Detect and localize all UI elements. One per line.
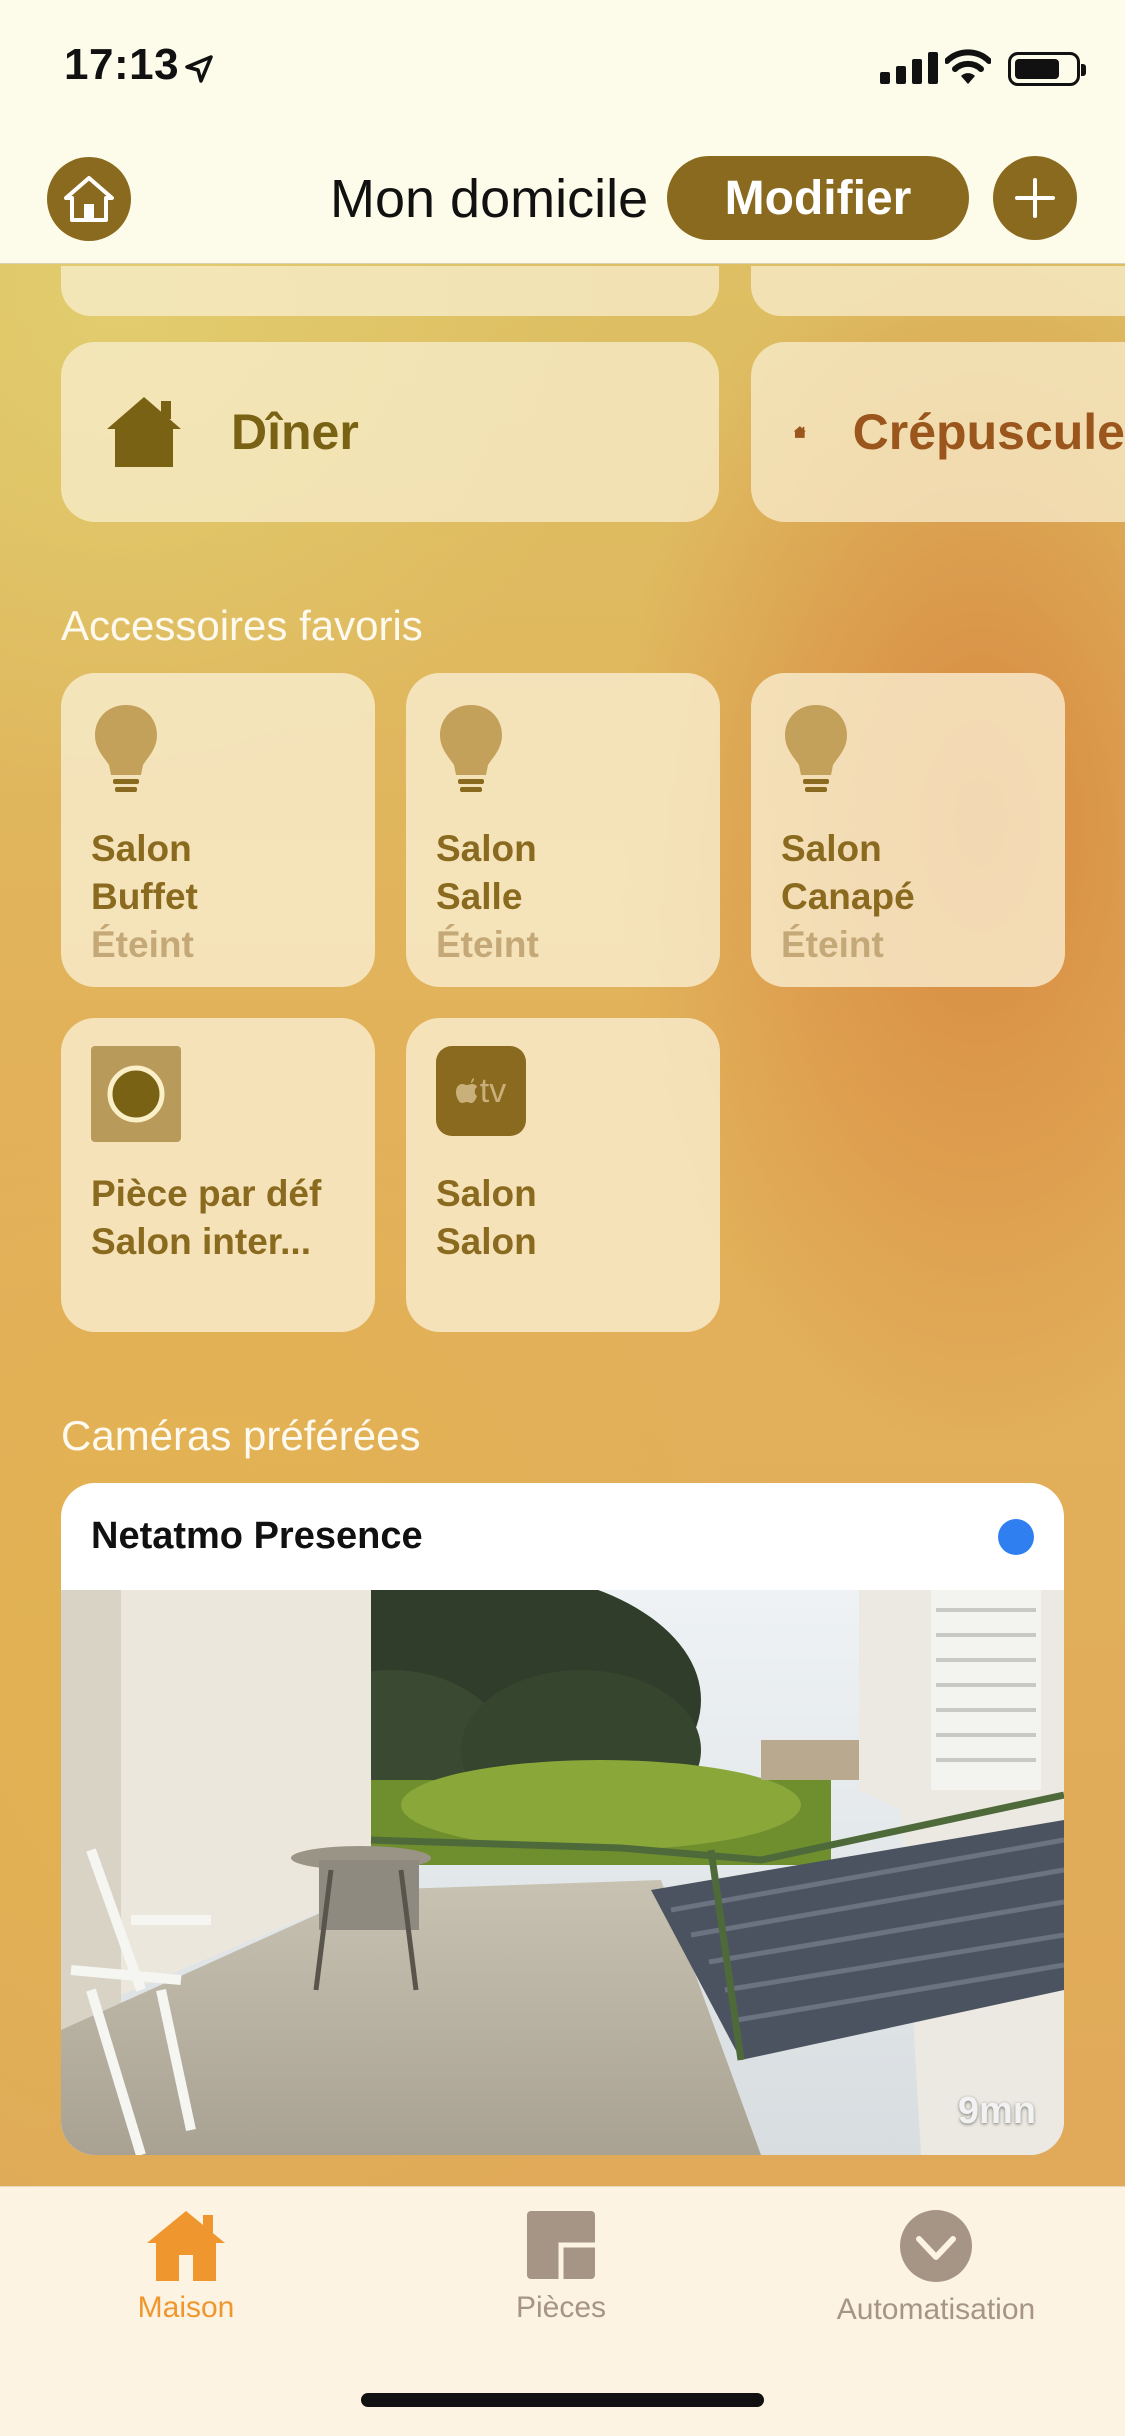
speaker-icon xyxy=(91,1046,181,1142)
accessory-state: Éteint xyxy=(91,924,194,965)
home-indicator[interactable] xyxy=(361,2393,764,2407)
battery-icon xyxy=(1008,52,1086,86)
accessory-state: Éteint xyxy=(781,924,884,965)
cellular-signal-icon xyxy=(880,52,938,84)
camera-name: Netatmo Presence xyxy=(91,1515,423,1557)
accessory-room: Salon xyxy=(91,828,192,869)
apple-logo-icon xyxy=(455,1078,477,1103)
status-bar-time: 17:13 xyxy=(64,40,180,89)
lightbulb-icon xyxy=(785,705,847,792)
scene-tile-crepuscule[interactable]: Crépuscule xyxy=(751,342,1125,522)
accessory-tile-apple-tv[interactable]: tv Salon Salon xyxy=(406,1018,720,1332)
house-icon xyxy=(107,397,181,467)
camera-status-dot xyxy=(998,1519,1034,1555)
accessory-room: Salon xyxy=(436,828,537,869)
tab-label: Maison xyxy=(137,2291,235,2324)
wifi-icon xyxy=(945,49,991,84)
house-icon xyxy=(64,176,114,222)
page-title: Mon domicile xyxy=(330,169,649,229)
tab-maison[interactable]: Maison xyxy=(36,2209,336,2325)
plus-icon xyxy=(1015,178,1055,218)
apple-tv-icon-text: tv xyxy=(479,1071,507,1110)
tab-automatisation[interactable]: Automatisation xyxy=(786,2209,1086,2327)
accessory-room: Salon xyxy=(781,828,882,869)
lightbulb-icon xyxy=(440,705,502,792)
add-button[interactable] xyxy=(993,156,1077,240)
cameras-section-title: Caméras préférées xyxy=(61,1412,421,1459)
accessory-room: Pièce par déf xyxy=(91,1173,322,1214)
tab-label: Automatisation xyxy=(836,2293,1036,2326)
camera-image xyxy=(61,1590,1064,2155)
accessory-state: Éteint xyxy=(436,924,539,965)
house-icon xyxy=(793,426,807,438)
camera-snapshot-age: 9mn xyxy=(957,2090,1036,2132)
scene-label: Dîner xyxy=(231,404,359,460)
tab-pieces[interactable]: Pièces xyxy=(411,2209,711,2325)
accessory-name: Salon xyxy=(436,1221,537,1262)
accessory-room: Salon xyxy=(436,1173,537,1214)
accessories-section-title: Accessoires favoris xyxy=(61,602,423,649)
camera-header: Netatmo Presence xyxy=(61,1483,1064,1590)
accessory-name: Salon inter... xyxy=(91,1221,311,1262)
navigation-header: 17:13 Mon domicile Modifier xyxy=(0,0,1125,264)
rooms-icon xyxy=(527,2211,595,2279)
accessory-name: Canapé xyxy=(781,876,915,917)
camera-tile[interactable]: Netatmo Presence 9mn xyxy=(61,1483,1064,2155)
house-icon xyxy=(147,2211,225,2281)
automation-icon xyxy=(900,2210,972,2282)
accessory-tile-salon-salle[interactable]: Salon Salle Éteint xyxy=(406,673,720,987)
scene-tile-diner[interactable]: Dîner xyxy=(61,342,719,522)
camera-snapshot[interactable]: 9mn xyxy=(61,1590,1064,2155)
accessory-name: Salle xyxy=(436,876,523,917)
home-settings-button[interactable] xyxy=(47,157,131,241)
accessory-tile-salon-canape[interactable]: Salon Canapé Éteint xyxy=(751,673,1065,987)
scene-tile-partial[interactable] xyxy=(61,266,719,316)
accessory-tile-salon-buffet[interactable]: Salon Buffet Éteint xyxy=(61,673,375,987)
tab-label: Pièces xyxy=(515,2291,607,2324)
apple-tv-icon: tv xyxy=(436,1046,526,1136)
location-arrow-icon xyxy=(185,55,213,83)
modify-button[interactable]: Modifier xyxy=(667,156,969,240)
accessory-tile-piece-par-defaut[interactable]: Pièce par déf Salon inter... xyxy=(61,1018,375,1332)
scene-tile-partial[interactable] xyxy=(751,266,1125,316)
accessory-name: Buffet xyxy=(91,876,198,917)
scene-label: Crépuscule xyxy=(852,404,1125,460)
lightbulb-icon xyxy=(95,705,157,792)
